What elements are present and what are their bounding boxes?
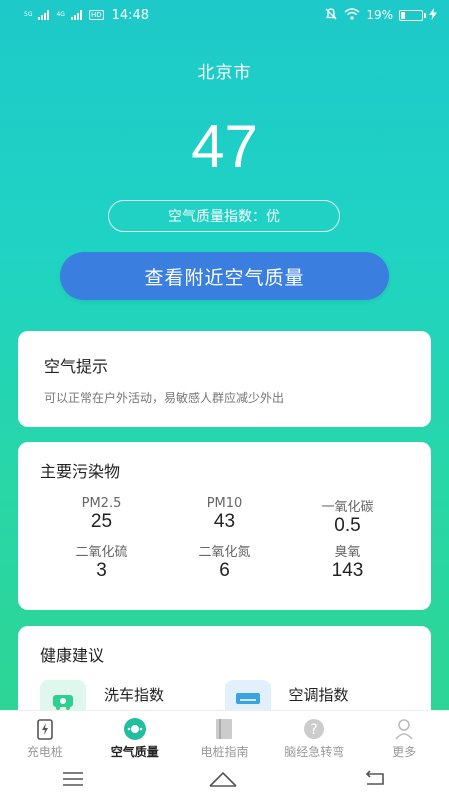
menu-icon[interactable]: [62, 771, 84, 791]
charging-icon: [429, 7, 437, 23]
nearby-air-quality-button[interactable]: 查看附近空气质量: [60, 252, 389, 300]
network-5g: 5G: [24, 11, 33, 18]
question-icon: ?: [301, 717, 327, 741]
network-indicator: 5G: [24, 12, 32, 18]
pollutant-value: 43: [213, 511, 236, 532]
nav-item-brain-teaser[interactable]: ? 脑经急转弯: [269, 711, 359, 762]
network-4g: 4G: [56, 11, 65, 18]
pollutant-item: PM2.5 25: [40, 496, 163, 537]
signal-icon: [38, 10, 50, 20]
pollutant-name: PM10: [206, 496, 243, 511]
person-icon: [391, 717, 417, 741]
pollutant-name: 一氧化碳: [321, 500, 374, 515]
wifi-icon: [344, 7, 360, 23]
network-indicator-2: 4G: [56, 12, 64, 18]
nav-label: 更多: [392, 745, 417, 759]
pollutant-name: PM2.5: [81, 496, 122, 511]
status-left: 5G 4G HD 14:48: [24, 8, 149, 23]
health-label: 空调指数: [288, 686, 349, 704]
nav-item-air-quality[interactable]: 空气质量: [90, 711, 180, 762]
pollutants-grid: PM2.5 25 PM10 43 一氧化碳 0.5 二氧化硫 3 二氧化氮 6 …: [40, 496, 409, 582]
system-nav-bar: [0, 762, 449, 800]
mute-icon: [324, 7, 338, 24]
svg-text:?: ?: [311, 722, 318, 738]
bottom-nav: 充电桩 空气质量 电桩指南 ? 脑经急转弯 更多: [0, 710, 449, 762]
pollutant-item: 一氧化碳 0.5: [286, 496, 409, 537]
status-time: 14:48: [111, 7, 150, 23]
status-bar: 5G 4G HD 14:48 19%: [0, 0, 449, 30]
nav-item-charging-pile[interactable]: 充电桩: [0, 711, 90, 762]
pollutant-value: 143: [331, 560, 364, 581]
nav-label: 充电桩: [26, 745, 63, 759]
battery-icon: [399, 9, 426, 21]
pollutant-value: 0.5: [334, 515, 361, 536]
aqi-label: 空气质量指数：优: [108, 200, 340, 232]
nav-label: 空气质量: [110, 745, 159, 759]
back-icon[interactable]: [363, 770, 387, 792]
city-name: 北京市: [197, 63, 252, 83]
battery-fill: [401, 11, 406, 19]
pollutant-item: 臭氧 143: [286, 541, 409, 582]
battery-text: 19%: [366, 8, 393, 22]
tips-text: 可以正常在户外活动，易敏感人群应减少外出: [44, 391, 285, 405]
nav-label: 电桩指南: [200, 745, 249, 759]
pollutant-value: 25: [90, 511, 113, 532]
book-icon: [211, 717, 237, 741]
pollutant-item: PM10 43: [163, 496, 286, 537]
air-quality-icon: [122, 717, 148, 741]
nav-label: 脑经急转弯: [284, 745, 345, 759]
nav-item-guide[interactable]: 电桩指南: [180, 711, 270, 762]
aqi-value: 47: [191, 113, 258, 180]
nav-item-more[interactable]: 更多: [359, 711, 449, 762]
charging-pile-icon: [32, 717, 58, 741]
pollutant-item: 二氧化氮 6: [163, 541, 286, 582]
signal-icon-2: [70, 10, 82, 20]
health-title: 健康建议: [40, 646, 105, 665]
air-tips-card: 空气提示 可以正常在户外活动，易敏感人群应减少外出: [18, 331, 431, 427]
pollutant-name: 臭氧: [334, 545, 361, 560]
pollutant-name: 二氧化硫: [75, 545, 128, 560]
status-right: 19%: [324, 7, 437, 24]
pollutant-name: 二氧化氮: [198, 545, 251, 560]
pollutant-value: 3: [96, 560, 107, 581]
pollutant-item: 二氧化硫 3: [40, 541, 163, 582]
pollutants-title: 主要污染物: [40, 462, 121, 481]
hd-badge: HD: [88, 10, 104, 20]
pollutant-value: 6: [219, 560, 230, 581]
health-label: 洗车指数: [104, 686, 165, 704]
pollutants-card: 主要污染物 PM2.5 25 PM10 43 一氧化碳 0.5 二氧化硫 3 二…: [18, 442, 431, 610]
tips-title: 空气提示: [44, 357, 109, 376]
home-icon[interactable]: [208, 770, 238, 792]
